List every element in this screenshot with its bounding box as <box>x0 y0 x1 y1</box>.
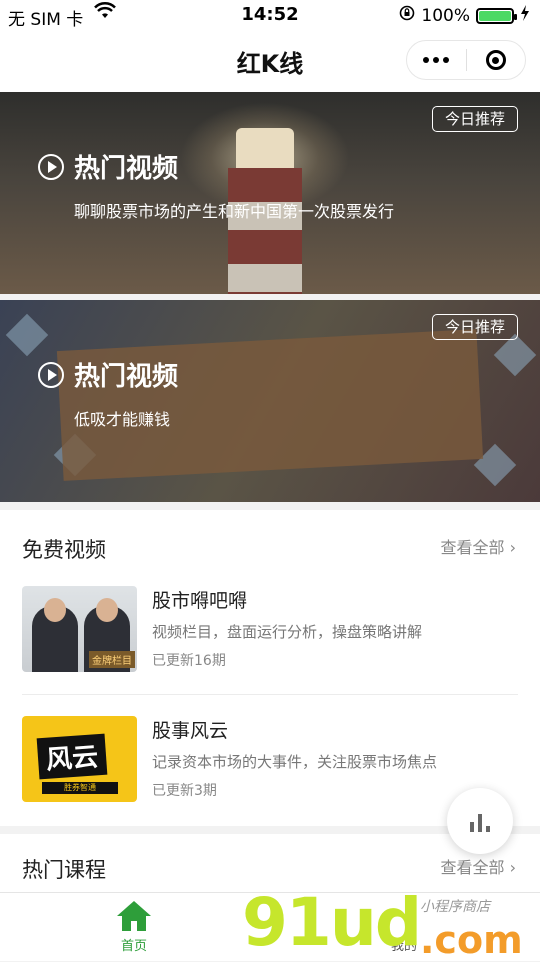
meeting-table-image <box>56 329 484 481</box>
orientation-lock-icon <box>399 5 415 26</box>
tab-home[interactable]: 首页 <box>84 901 184 954</box>
today-recommend-tag: 今日推荐 <box>431 314 518 340</box>
mini-program-capsule <box>406 40 526 80</box>
thumbnail-title: 风云 <box>36 733 108 780</box>
section-heading: 免费视频 <box>22 538 106 562</box>
close-target-icon <box>485 50 506 70</box>
view-all-link[interactable]: 查看全部 › <box>440 854 516 878</box>
more-dots-icon <box>423 57 450 63</box>
divider <box>22 694 518 695</box>
tab-label: 首页 <box>120 939 147 954</box>
video-thumbnail: 金牌栏目 <box>22 586 137 672</box>
item-description: 记录资本市场的大事件，关注股票市场焦点 <box>152 753 438 771</box>
banner-subtitle: 低吸才能赚钱 <box>74 410 171 429</box>
watermark-domain: .com <box>420 918 523 962</box>
today-recommend-tag: 今日推荐 <box>431 106 518 132</box>
video-thumbnail: 风云 胜券智通 <box>22 716 137 802</box>
stats-float-button[interactable] <box>447 788 513 854</box>
item-description: 视频栏目，盘面运行分析，操盘策略讲解 <box>152 623 423 641</box>
play-circle-icon <box>38 153 64 180</box>
status-bar: 无 SIM 卡 14:52 100% <box>0 0 540 30</box>
watermark-script: 小程序商店 <box>420 899 490 915</box>
more-button[interactable] <box>407 41 466 79</box>
banner-hot-video-1[interactable]: 今日推荐 热门视频 聊聊股票市场的产生和新中国第一次股票发行 <box>0 92 540 294</box>
free-videos-section: 免费视频 查看全部 › 金牌栏目 股市嘚吧嘚 视频栏目，盘面运行分析，操盘策略讲… <box>0 510 540 826</box>
item-title: 股市嘚吧嘚 <box>152 590 248 612</box>
list-item[interactable]: 金牌栏目 股市嘚吧嘚 视频栏目，盘面运行分析，操盘策略讲解 已更新16期 <box>22 586 518 676</box>
thumbnail-badge: 金牌栏目 <box>89 651 135 668</box>
charging-icon <box>520 5 530 26</box>
lighthouse-image <box>236 128 294 168</box>
list-item[interactable]: 风云 胜券智通 股事风云 记录资本市场的大事件，关注股票市场焦点 已更新3期 <box>22 716 518 806</box>
navigation-bar: 红K线 <box>0 30 540 92</box>
section-heading: 热门课程 <box>22 858 106 882</box>
banner-title: 热门视频 <box>74 362 179 392</box>
watermark-logo: 91ud <box>242 884 422 961</box>
chevron-right-icon: › <box>509 858 516 877</box>
play-circle-icon <box>38 361 64 388</box>
view-all-link[interactable]: 查看全部 › <box>440 534 516 558</box>
banner-hot-video-2[interactable]: 今日推荐 热门视频 低吸才能赚钱 <box>0 300 540 502</box>
item-title: 股事风云 <box>152 720 229 742</box>
close-button[interactable] <box>467 41 526 79</box>
battery-percent: 100% <box>421 5 470 26</box>
item-update-count: 已更新3期 <box>152 783 217 799</box>
banner-subtitle: 聊聊股票市场的产生和新中国第一次股票发行 <box>74 202 395 221</box>
bar-chart-icon <box>478 814 482 832</box>
home-icon <box>117 901 151 931</box>
banner-title: 热门视频 <box>74 154 179 184</box>
battery-icon <box>476 7 517 24</box>
thumbnail-subtitle: 胜券智通 <box>42 782 118 794</box>
chevron-right-icon: › <box>509 538 516 557</box>
item-update-count: 已更新16期 <box>152 653 226 669</box>
